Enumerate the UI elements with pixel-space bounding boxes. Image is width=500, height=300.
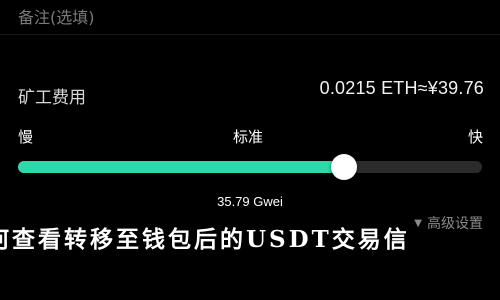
divider [0, 34, 500, 35]
fee-slider-fill [18, 161, 344, 173]
memo-label[interactable]: 备注(选填) [18, 4, 95, 28]
overlay-title: 何查看转移至钱包后的USDT交易信 [0, 226, 410, 253]
speed-fast-label: 快 [467, 128, 483, 146]
miner-fee-label: 矿工费用 [18, 88, 86, 108]
advanced-settings-label: 高级设置 [427, 216, 483, 232]
caret-down-icon: ▼ [414, 217, 422, 229]
gwei-value: 35.79 Gwei [217, 194, 283, 209]
fee-slider[interactable] [18, 154, 482, 180]
miner-fee-value: 0.0215 ETH≈¥39.76 [319, 78, 484, 98]
speed-slow-label: 慢 [18, 128, 34, 146]
fee-slider-handle[interactable] [330, 154, 357, 180]
advanced-settings-toggle[interactable]: ▼ 高级设置 [414, 213, 483, 233]
speed-standard-label: 标准 [233, 128, 264, 146]
